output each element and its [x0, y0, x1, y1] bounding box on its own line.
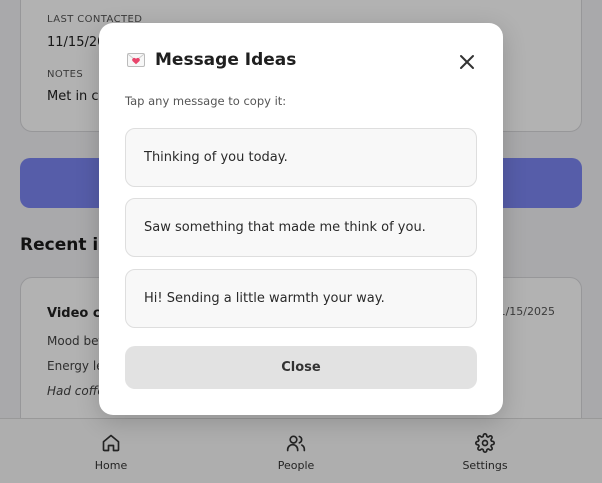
message-option[interactable]: Thinking of you today. — [125, 128, 477, 187]
message-text: Thinking of you today. — [144, 150, 288, 165]
message-option[interactable]: Hi! Sending a little warmth your way. — [125, 269, 477, 328]
close-button[interactable]: Close — [125, 346, 477, 389]
message-text: Saw something that made me think of you. — [144, 220, 426, 235]
close-icon[interactable] — [455, 50, 479, 74]
message-ideas-dialog: Message Ideas Tap any message to copy it… — [99, 23, 503, 415]
close-button-label: Close — [281, 360, 321, 375]
dialog-hint: Tap any message to copy it: — [125, 94, 287, 108]
love-letter-icon — [127, 53, 145, 67]
dialog-title: Message Ideas — [155, 50, 297, 70]
message-text: Hi! Sending a little warmth your way. — [144, 291, 385, 306]
message-option[interactable]: Saw something that made me think of you. — [125, 198, 477, 257]
